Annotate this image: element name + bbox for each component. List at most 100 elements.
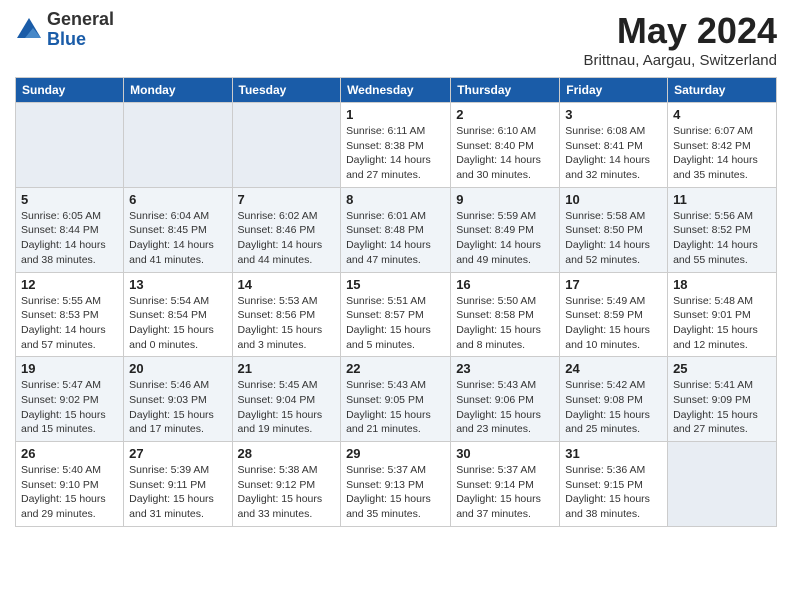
day-number: 12 [21, 277, 118, 292]
day-info: Sunrise: 5:40 AM Sunset: 9:10 PM Dayligh… [21, 463, 118, 522]
day-number: 20 [129, 361, 226, 376]
week-row-5: 26Sunrise: 5:40 AM Sunset: 9:10 PM Dayli… [16, 442, 777, 527]
calendar-cell-w1-d6: 3Sunrise: 6:08 AM Sunset: 8:41 PM Daylig… [560, 103, 668, 188]
day-number: 7 [238, 192, 336, 207]
day-number: 25 [673, 361, 771, 376]
day-number: 30 [456, 446, 554, 461]
header-monday: Monday [124, 78, 232, 103]
header-friday: Friday [560, 78, 668, 103]
day-info: Sunrise: 6:01 AM Sunset: 8:48 PM Dayligh… [346, 209, 445, 268]
week-row-3: 12 Sunrise: 5:55 AM Sunset: 8:53 PM Dayli… [16, 272, 777, 357]
day-info: Sunrise: 5:55 AM Sunset: 8:53 PM Dayligh… [21, 294, 118, 353]
week-row-4: 19 Sunrise: 5:47 AM Sunset: 9:02 PM Dayli… [16, 357, 777, 442]
day-number: 27 [129, 446, 226, 461]
day-number: 23 [456, 361, 554, 376]
day-info: Sunrise: 5:46 AM Sunset: 9:03 PM Dayligh… [129, 378, 226, 437]
day-info: Sunrise: 5:54 AM Sunset: 8:54 PM Dayligh… [129, 294, 226, 353]
logo-general: General [47, 10, 114, 30]
header: General Blue May 2024 Brittnau, Aargau, … [15, 10, 777, 69]
day-info: Sunrise: 5:45 AM Sunset: 9:04 PM Dayligh… [238, 378, 336, 437]
day-number: 22 [346, 361, 445, 376]
day-info: Sunrise: 5:36 AM Sunset: 9:15 PM Dayligh… [565, 463, 662, 522]
calendar-cell-w2-d1: 5Sunrise: 6:05 AM Sunset: 8:44 PM Daylig… [16, 187, 124, 272]
day-number: 2 [456, 107, 554, 122]
day-number: 17 [565, 277, 662, 292]
day-number: 18 [673, 277, 771, 292]
calendar-cell-w1-d1 [16, 103, 124, 188]
day-number: 4 [673, 107, 771, 122]
calendar-cell-w1-d7: 4 Sunrise: 6:07 AM Sunset: 8:42 PM Daylig… [668, 103, 777, 188]
main-title: May 2024 [584, 10, 777, 52]
day-info: Sunrise: 6:02 AM Sunset: 8:46 PM Dayligh… [238, 209, 336, 268]
day-number: 15 [346, 277, 445, 292]
day-number: 19 [21, 361, 118, 376]
calendar-cell-w5-d4: 29 Sunrise: 5:37 AM Sunset: 9:13 PM Dayli… [341, 442, 451, 527]
day-info: Sunrise: 5:43 AM Sunset: 9:06 PM Dayligh… [456, 378, 554, 437]
page: General Blue May 2024 Brittnau, Aargau, … [0, 0, 792, 612]
week-row-2: 5Sunrise: 6:05 AM Sunset: 8:44 PM Daylig… [16, 187, 777, 272]
calendar-cell-w2-d5: 9Sunrise: 5:59 AM Sunset: 8:49 PM Daylig… [451, 187, 560, 272]
calendar-cell-w4-d3: 21 Sunrise: 5:45 AM Sunset: 9:04 PM Dayli… [232, 357, 341, 442]
calendar-cell-w1-d4: 1 Sunrise: 6:11 AM Sunset: 8:38 PM Daylig… [341, 103, 451, 188]
calendar: Sunday Monday Tuesday Wednesday Thursday… [15, 77, 777, 527]
calendar-cell-w4-d4: 22 Sunrise: 5:43 AM Sunset: 9:05 PM Dayli… [341, 357, 451, 442]
day-info: Sunrise: 5:49 AM Sunset: 8:59 PM Dayligh… [565, 294, 662, 353]
calendar-cell-w1-d5: 2Sunrise: 6:10 AM Sunset: 8:40 PM Daylig… [451, 103, 560, 188]
day-number: 28 [238, 446, 336, 461]
header-wednesday: Wednesday [341, 78, 451, 103]
day-info: Sunrise: 5:51 AM Sunset: 8:57 PM Dayligh… [346, 294, 445, 353]
calendar-cell-w3-d2: 13Sunrise: 5:54 AM Sunset: 8:54 PM Dayli… [124, 272, 232, 357]
calendar-cell-w5-d2: 27 Sunrise: 5:39 AM Sunset: 9:11 PM Dayli… [124, 442, 232, 527]
calendar-cell-w4-d1: 19 Sunrise: 5:47 AM Sunset: 9:02 PM Dayli… [16, 357, 124, 442]
logo-text: General Blue [47, 10, 114, 50]
calendar-cell-w3-d6: 17 Sunrise: 5:49 AM Sunset: 8:59 PM Dayli… [560, 272, 668, 357]
day-number: 24 [565, 361, 662, 376]
calendar-cell-w3-d5: 16Sunrise: 5:50 AM Sunset: 8:58 PM Dayli… [451, 272, 560, 357]
day-info: Sunrise: 5:39 AM Sunset: 9:11 PM Dayligh… [129, 463, 226, 522]
day-info: Sunrise: 5:47 AM Sunset: 9:02 PM Dayligh… [21, 378, 118, 437]
day-info: Sunrise: 5:53 AM Sunset: 8:56 PM Dayligh… [238, 294, 336, 353]
day-info: Sunrise: 6:07 AM Sunset: 8:42 PM Dayligh… [673, 124, 771, 183]
calendar-cell-w3-d1: 12 Sunrise: 5:55 AM Sunset: 8:53 PM Dayli… [16, 272, 124, 357]
header-saturday: Saturday [668, 78, 777, 103]
calendar-cell-w5-d5: 30 Sunrise: 5:37 AM Sunset: 9:14 PM Dayli… [451, 442, 560, 527]
calendar-cell-w2-d3: 7 Sunrise: 6:02 AM Sunset: 8:46 PM Daylig… [232, 187, 341, 272]
calendar-cell-w4-d6: 24Sunrise: 5:42 AM Sunset: 9:08 PM Dayli… [560, 357, 668, 442]
calendar-cell-w3-d3: 14 Sunrise: 5:53 AM Sunset: 8:56 PM Dayli… [232, 272, 341, 357]
day-info: Sunrise: 5:56 AM Sunset: 8:52 PM Dayligh… [673, 209, 771, 268]
day-info: Sunrise: 5:37 AM Sunset: 9:14 PM Dayligh… [456, 463, 554, 522]
calendar-cell-w1-d2 [124, 103, 232, 188]
week-row-1: 1 Sunrise: 6:11 AM Sunset: 8:38 PM Daylig… [16, 103, 777, 188]
calendar-cell-w2-d6: 10Sunrise: 5:58 AM Sunset: 8:50 PM Dayli… [560, 187, 668, 272]
day-number: 8 [346, 192, 445, 207]
calendar-cell-w4-d2: 20 Sunrise: 5:46 AM Sunset: 9:03 PM Dayli… [124, 357, 232, 442]
day-number: 5 [21, 192, 118, 207]
calendar-cell-w5-d1: 26Sunrise: 5:40 AM Sunset: 9:10 PM Dayli… [16, 442, 124, 527]
day-info: Sunrise: 5:43 AM Sunset: 9:05 PM Dayligh… [346, 378, 445, 437]
weekday-header-row: Sunday Monday Tuesday Wednesday Thursday… [16, 78, 777, 103]
subtitle: Brittnau, Aargau, Switzerland [584, 52, 777, 69]
day-info: Sunrise: 5:58 AM Sunset: 8:50 PM Dayligh… [565, 209, 662, 268]
calendar-cell-w5-d7 [668, 442, 777, 527]
day-info: Sunrise: 5:37 AM Sunset: 9:13 PM Dayligh… [346, 463, 445, 522]
logo-icon [15, 16, 43, 44]
day-info: Sunrise: 6:11 AM Sunset: 8:38 PM Dayligh… [346, 124, 445, 183]
day-info: Sunrise: 5:59 AM Sunset: 8:49 PM Dayligh… [456, 209, 554, 268]
logo: General Blue [15, 10, 114, 50]
day-number: 21 [238, 361, 336, 376]
header-tuesday: Tuesday [232, 78, 341, 103]
day-info: Sunrise: 5:48 AM Sunset: 9:01 PM Dayligh… [673, 294, 771, 353]
day-info: Sunrise: 6:08 AM Sunset: 8:41 PM Dayligh… [565, 124, 662, 183]
day-number: 14 [238, 277, 336, 292]
calendar-cell-w2-d2: 6 Sunrise: 6:04 AM Sunset: 8:45 PM Daylig… [124, 187, 232, 272]
header-thursday: Thursday [451, 78, 560, 103]
day-number: 11 [673, 192, 771, 207]
day-number: 6 [129, 192, 226, 207]
day-number: 16 [456, 277, 554, 292]
day-info: Sunrise: 5:38 AM Sunset: 9:12 PM Dayligh… [238, 463, 336, 522]
calendar-cell-w2-d7: 11 Sunrise: 5:56 AM Sunset: 8:52 PM Dayli… [668, 187, 777, 272]
day-number: 29 [346, 446, 445, 461]
day-number: 1 [346, 107, 445, 122]
day-info: Sunrise: 6:04 AM Sunset: 8:45 PM Dayligh… [129, 209, 226, 268]
calendar-cell-w5-d3: 28 Sunrise: 5:38 AM Sunset: 9:12 PM Dayli… [232, 442, 341, 527]
